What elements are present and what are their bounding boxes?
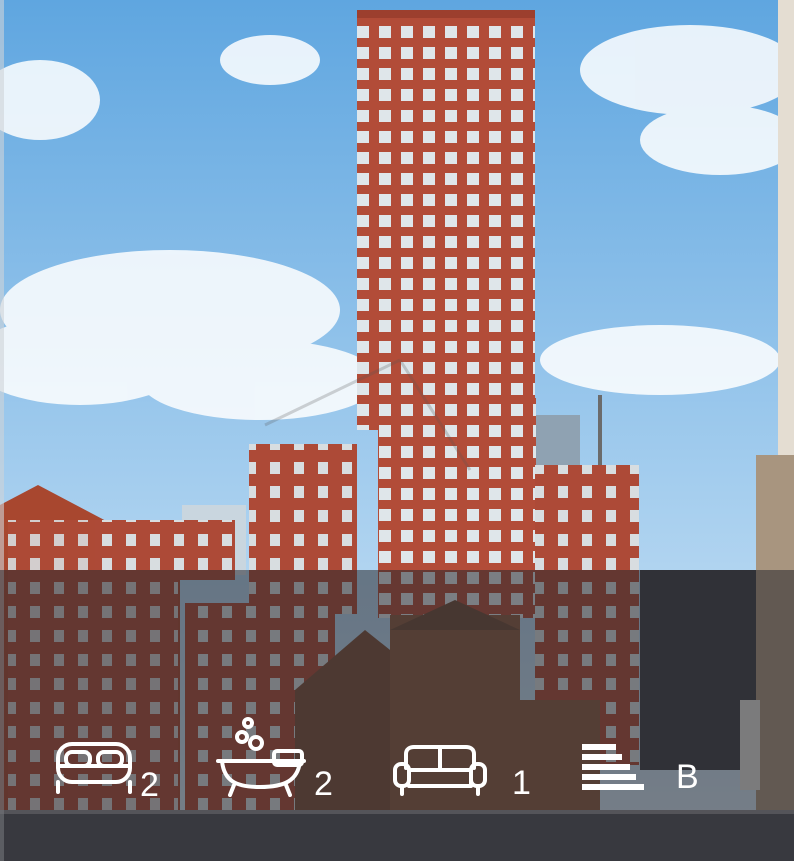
bathrooms-count: 2	[314, 765, 333, 803]
epc-stat: B	[582, 744, 699, 794]
bathrooms-stat: 2	[214, 717, 333, 801]
bed-icon	[54, 736, 134, 798]
receptions-stat: 1	[392, 744, 531, 800]
bedrooms-stat: 2	[54, 736, 159, 802]
bathtub-icon	[214, 717, 308, 797]
epc-rating-icon	[582, 744, 648, 790]
features-bar	[0, 570, 794, 861]
sofa-icon	[392, 744, 488, 796]
bedrooms-count: 2	[140, 766, 159, 804]
receptions-count: 1	[512, 764, 531, 802]
epc-rating-value: B	[676, 758, 699, 796]
